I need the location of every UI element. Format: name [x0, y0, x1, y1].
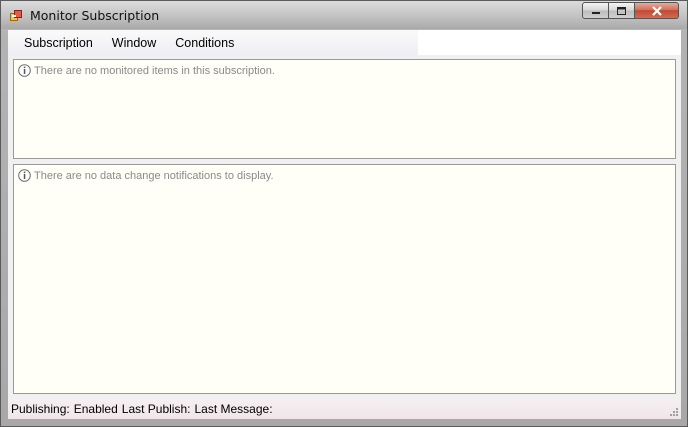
monitored-items-list[interactable]: There are no monitored items in this sub…: [13, 59, 676, 159]
resize-grip-icon[interactable]: [668, 406, 679, 417]
monitor-subscription-window: Monitor Subscription Subscription Window…: [0, 0, 688, 427]
minimize-button[interactable]: [582, 2, 609, 19]
close-button[interactable]: [635, 2, 679, 19]
menu-conditions[interactable]: Conditions: [166, 36, 243, 50]
notifications-message-text: There are no data change notifications t…: [34, 169, 274, 182]
minimize-icon: [591, 11, 600, 14]
app-window-icon: [10, 10, 22, 21]
last-message-label: Last Message:: [194, 402, 273, 416]
maximize-button[interactable]: [609, 2, 635, 19]
notifications-list[interactable]: There are no data change notifications t…: [13, 164, 676, 394]
info-icon: [18, 64, 31, 77]
publishing-label: Publishing:: [11, 402, 70, 416]
close-icon: [651, 5, 662, 16]
status-bar: Publishing: Enabled Last Publish: Last M…: [8, 399, 681, 419]
monitored-items-empty-message: There are no monitored items in this sub…: [18, 64, 275, 77]
title-bar[interactable]: Monitor Subscription: [1, 1, 687, 29]
last-publish-label: Last Publish:: [121, 402, 191, 416]
notifications-empty-message: There are no data change notifications t…: [18, 169, 274, 182]
window-title: Monitor Subscription: [30, 8, 160, 23]
menu-subscription[interactable]: Subscription: [15, 36, 102, 50]
menu-window[interactable]: Window: [103, 36, 165, 50]
menu-bar: Subscription Window Conditions: [8, 30, 418, 55]
menu-bar-empty-area: [418, 30, 681, 55]
publishing-value: Enabled: [73, 402, 118, 416]
info-icon: [18, 169, 31, 182]
monitored-items-message-text: There are no monitored items in this sub…: [34, 64, 275, 77]
maximize-icon: [617, 6, 626, 15]
client-area: Subscription Window Conditions There are…: [8, 30, 681, 419]
window-controls: [582, 2, 679, 19]
